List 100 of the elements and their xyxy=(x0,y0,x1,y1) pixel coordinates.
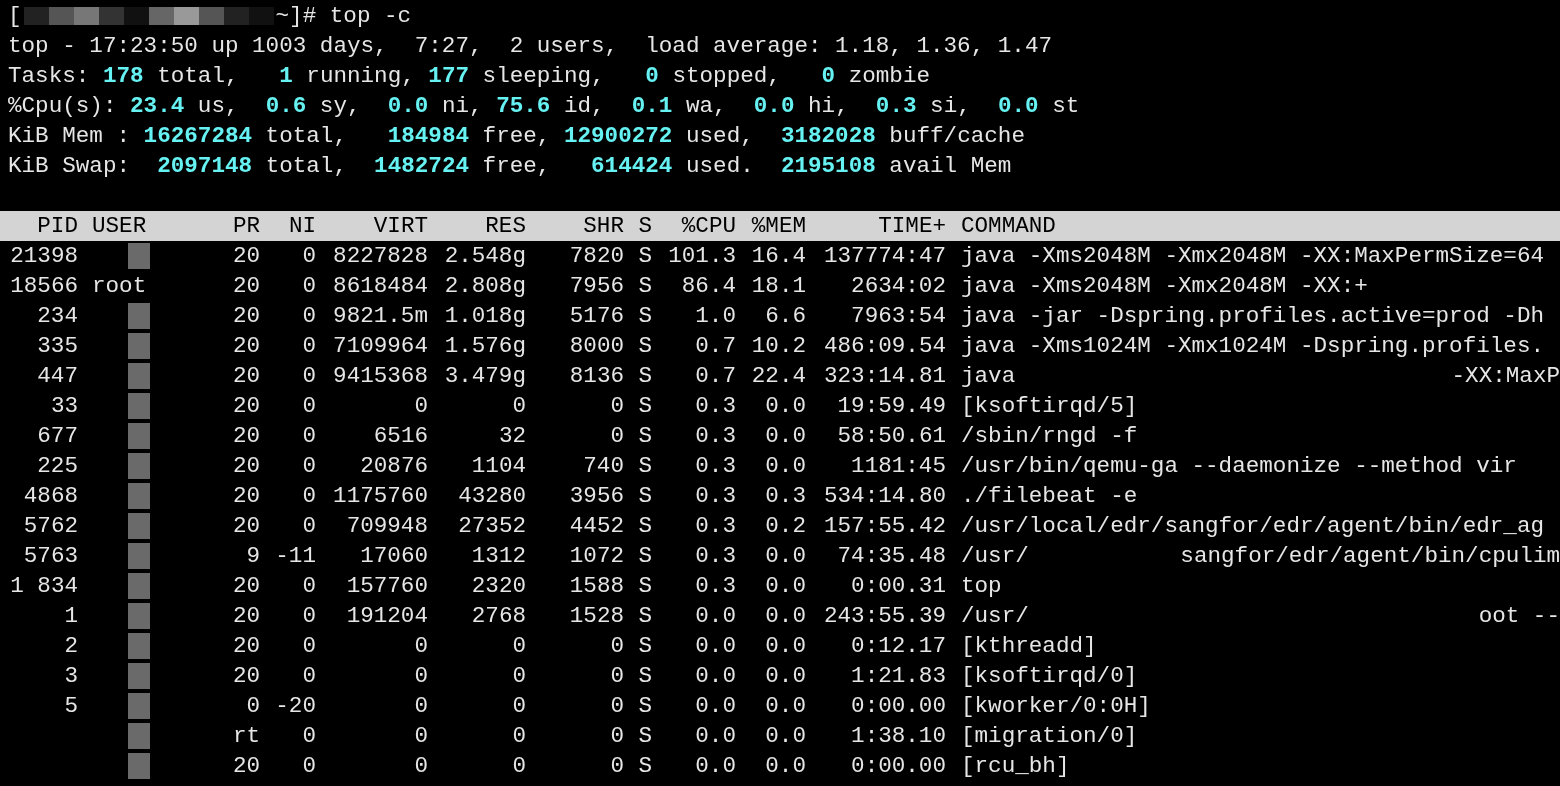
table-cell: 0.3 xyxy=(765,483,806,509)
table-cell-text: java -Xms1024M -Xmx1024M -Dspring.profiles. xyxy=(961,332,1544,361)
summary-value: 0.6 xyxy=(265,93,307,119)
table-cell: 1175760 xyxy=(333,483,428,509)
table-cell-text: oot -- xyxy=(1478,602,1560,631)
table-cell: 0.0 xyxy=(765,393,806,419)
redaction-block xyxy=(128,693,150,719)
table-cell: 0 xyxy=(610,633,624,659)
table-cell: 8618484 xyxy=(333,273,428,299)
table-cell: 1528 xyxy=(569,603,624,629)
table-cell: 20 xyxy=(232,393,260,419)
column-header: TIME+ xyxy=(877,212,946,241)
table-cell: S xyxy=(638,663,652,689)
table-cell: 16.4 xyxy=(751,243,806,269)
table-cell: 447 xyxy=(37,363,78,389)
table-cell: 20 xyxy=(232,423,260,449)
column-header: COMMAND xyxy=(960,212,1057,241)
table-cell: 8136 xyxy=(569,363,624,389)
summary-label: free, xyxy=(481,153,552,179)
table-cell-text: [kworker/0:0H] xyxy=(961,692,1151,721)
table-cell: 20 xyxy=(232,363,260,389)
summary-value: 2195108 xyxy=(780,153,876,179)
redaction-block xyxy=(128,453,150,479)
summary-label: st xyxy=(1051,93,1080,119)
table-cell: 20 xyxy=(232,603,260,629)
table-cell: 335 xyxy=(37,333,78,359)
table-cell: S xyxy=(638,243,652,269)
table-cell: 5 xyxy=(64,693,78,719)
column-header: %MEM xyxy=(750,212,806,241)
table-cell: 0:00.31 xyxy=(851,573,946,599)
table-cell: 86.4 xyxy=(681,273,736,299)
table-cell: S xyxy=(638,483,652,509)
table-cell-text: java -Xms2048M -Xmx2048M -XX:+ xyxy=(961,272,1368,301)
table-cell: S xyxy=(638,693,652,719)
summary-label: avail Mem xyxy=(888,153,1012,179)
table-cell: 0.0 xyxy=(695,693,736,719)
redaction-block xyxy=(128,723,150,749)
table-cell: 5763 xyxy=(23,543,78,569)
table-cell: 0 xyxy=(610,423,624,449)
table-cell: 9 xyxy=(246,543,260,569)
redaction-block xyxy=(128,663,150,689)
table-cell: 1:21.83 xyxy=(851,663,946,689)
table-cell: 7963:54 xyxy=(851,303,946,329)
table-cell: 0 xyxy=(302,573,316,599)
column-header: PR xyxy=(231,212,260,241)
table-cell-text: -XX:MaxP xyxy=(1451,362,1560,391)
redaction-block xyxy=(128,483,150,509)
table-cell: 0 xyxy=(302,453,316,479)
table-cell: 0 xyxy=(302,303,316,329)
redaction-block xyxy=(128,333,150,359)
table-cell: 20 xyxy=(232,513,260,539)
redaction-block xyxy=(128,753,150,779)
redaction-block xyxy=(128,423,150,449)
redaction-block xyxy=(128,303,150,329)
summary-label: id, xyxy=(562,93,606,119)
table-cell: 323:14.81 xyxy=(823,363,946,389)
summary-value: 3182028 xyxy=(780,123,876,149)
table-cell: 20 xyxy=(232,333,260,359)
summary-label: KiB Mem : xyxy=(8,123,132,149)
table-cell: 20 xyxy=(232,453,260,479)
summary-value: 0 xyxy=(645,63,659,89)
table-cell: S xyxy=(638,393,652,419)
summary-label: us, xyxy=(196,93,240,119)
table-cell: 2.808g xyxy=(444,273,526,299)
summary-value: 614424 xyxy=(591,153,673,179)
table-cell: 0 xyxy=(610,753,624,779)
table-cell: 0:12.17 xyxy=(851,633,946,659)
table-cell: 1:38.10 xyxy=(851,723,946,749)
table-cell: 0.0 xyxy=(765,633,806,659)
redaction-block xyxy=(128,573,150,599)
table-cell: S xyxy=(638,423,652,449)
table-cell-text: [rcu_bh] xyxy=(961,752,1070,781)
table-cell: 20 xyxy=(232,753,260,779)
summary-label: hi, xyxy=(807,93,850,119)
table-cell: 0.3 xyxy=(695,543,736,569)
table-cell: S xyxy=(638,453,652,479)
table-cell-text: /usr/ xyxy=(961,542,1029,571)
table-cell: 0 xyxy=(414,723,428,749)
table-cell: 0.0 xyxy=(695,663,736,689)
table-cell: 0:00.00 xyxy=(851,693,946,719)
column-header: VIRT xyxy=(372,212,428,241)
table-cell: 0.0 xyxy=(765,603,806,629)
table-cell: 709948 xyxy=(346,513,428,539)
table-cell: 0:00.00 xyxy=(851,753,946,779)
table-cell: 0 xyxy=(414,663,428,689)
table-cell-text: java -Xms2048M -Xmx2048M -XX:MaxPermSize=64 xyxy=(961,242,1544,271)
table-cell: 20876 xyxy=(360,453,428,479)
table-cell: 7956 xyxy=(569,273,624,299)
summary-label: si, xyxy=(929,93,972,119)
table-cell: 20 xyxy=(232,273,260,299)
table-cell-text: [ksoftirqd/5] xyxy=(961,392,1138,421)
table-cell: 137774:47 xyxy=(823,243,946,269)
table-cell: S xyxy=(638,573,652,599)
table-cell: 7820 xyxy=(569,243,624,269)
column-header: SHR xyxy=(582,212,624,241)
table-cell: S xyxy=(638,303,652,329)
summary-label: free, xyxy=(481,123,552,149)
table-cell: 0 xyxy=(302,363,316,389)
table-cell: 1 xyxy=(64,603,78,629)
table-cell: 0 xyxy=(414,753,428,779)
